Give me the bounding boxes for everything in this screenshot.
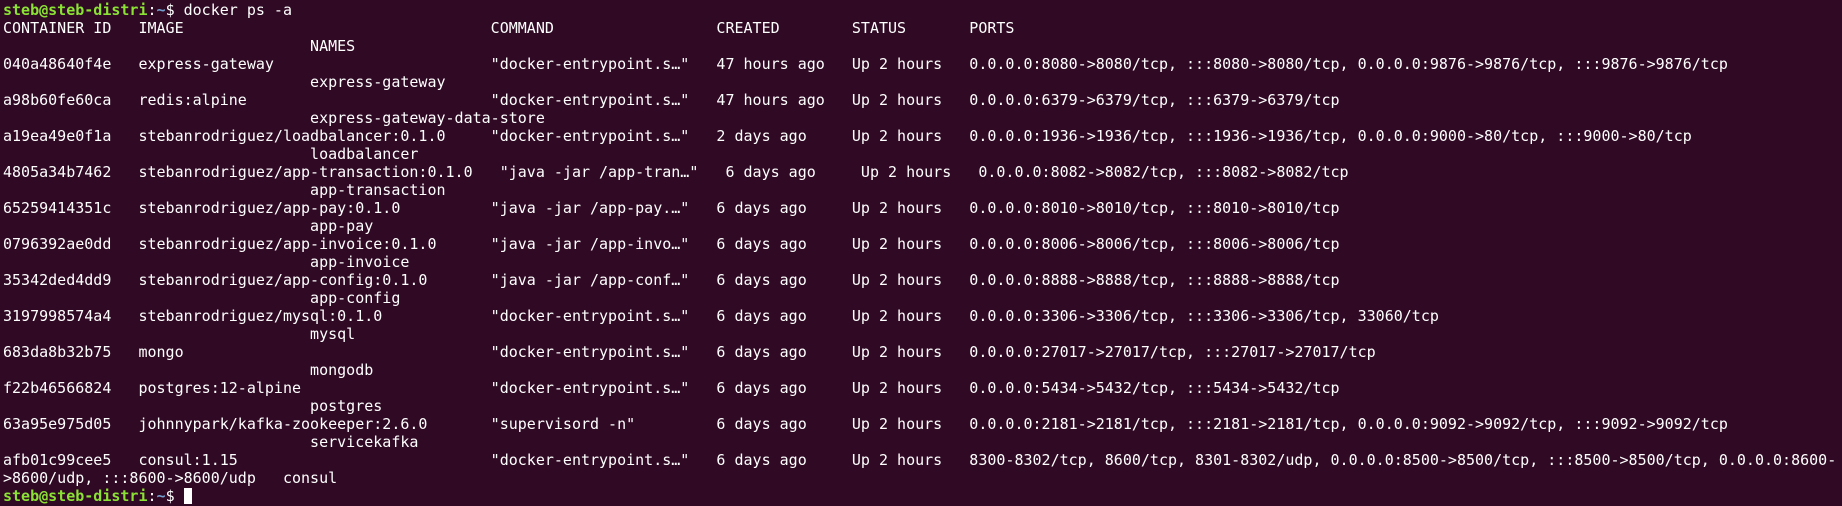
prompt-symbol: $ [165,1,184,19]
container-row: a19ea49e0f1a stebanrodriguez/loadbalance… [3,127,1692,145]
prompt-user-host: steb@steb-distri [3,487,148,505]
container-row-names: express-gateway [3,73,446,91]
container-row-names: express-gateway-data-store [3,109,545,127]
terminal-window[interactable]: steb@steb-distri:~$ docker ps -a CONTAIN… [0,0,1842,506]
container-row-names: app-pay [3,217,374,235]
container-row: f22b46566824 postgres:12-alpine "docker-… [3,379,1340,397]
prompt-user-host: steb@steb-distri [3,1,148,19]
container-row-names: app-invoice [3,253,410,271]
container-row: 3197998574a4 stebanrodriguez/mysql:0.1.0… [3,307,1439,325]
prompt-separator: : [147,487,157,505]
prompt-path: ~ [156,1,166,19]
container-row-names: >8600/udp, :::8600->8600/udp consul [3,469,338,487]
container-row: a98b60fe60ca redis:alpine "docker-entryp… [3,91,1340,109]
prompt-path: ~ [156,487,166,505]
container-row-names: postgres [3,397,383,415]
container-row-names: app-config [3,289,401,307]
prompt-separator: : [147,1,157,19]
container-row: 63a95e975d05 johnnypark/kafka-zookeeper:… [3,415,1728,433]
table-header-names: NAMES [3,37,356,55]
container-row: 65259414351c stebanrodriguez/app-pay:0.1… [3,199,1340,217]
command-line: steb@steb-distri:~$ docker ps -a [3,1,1838,19]
container-row-names: app-transaction [3,181,446,199]
container-row: 683da8b32b75 mongo "docker-entrypoint.s…… [3,343,1376,361]
container-row: 040a48640f4e express-gateway "docker-ent… [3,55,1728,73]
table-header: CONTAINER ID IMAGE COMMAND CREATED STATU… [3,19,1015,37]
container-row-names: servicekafka [3,433,419,451]
container-row: 4805a34b7462 stebanrodriguez/app-transac… [3,163,1349,181]
container-row-names: loadbalancer [3,145,419,163]
text-cursor [183,488,192,504]
container-row: 35342ded4dd9 stebanrodriguez/app-config:… [3,271,1340,289]
container-row: afb01c99cee5 consul:1.15 "docker-entrypo… [3,451,1837,469]
container-row-names: mongodb [3,361,374,379]
active-prompt-line[interactable]: steb@steb-distri:~$ [3,487,1838,505]
command-text: docker ps -a [183,1,292,19]
container-list: 040a48640f4e express-gateway "docker-ent… [3,55,1838,487]
container-row: 0796392ae0dd stebanrodriguez/app-invoice… [3,235,1340,253]
prompt-symbol: $ [165,487,184,505]
container-row-names: mysql [3,325,356,343]
